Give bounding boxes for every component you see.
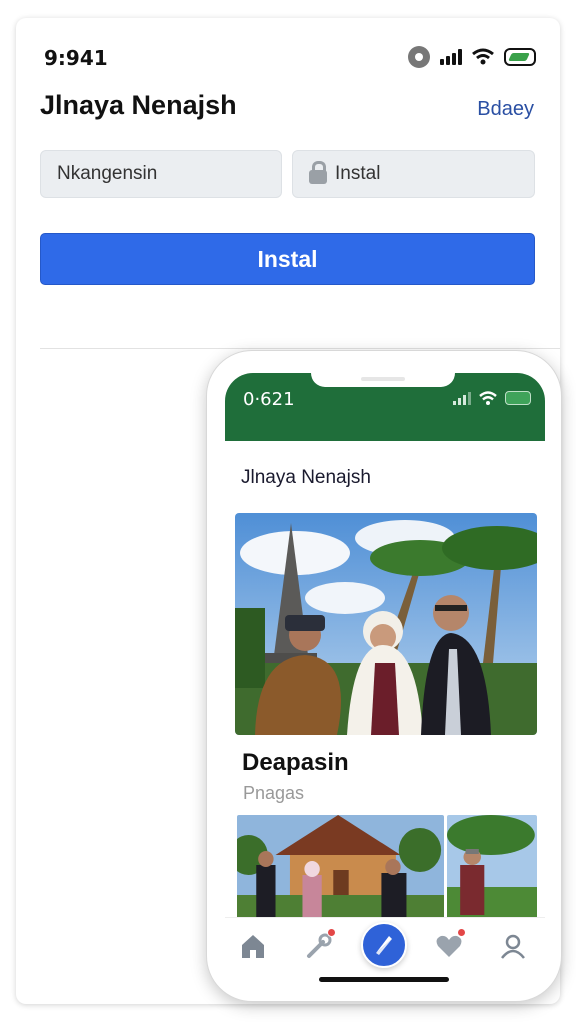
group-photo-image [235,513,537,735]
thumbnail-photo[interactable] [447,815,537,919]
phone-signal-icon [453,391,471,405]
lock-icon [309,161,327,184]
phone-page-title: Jlnaya Nenajsh [241,467,371,488]
divider [40,348,560,349]
phone-mockup: 0·621 Jlnaya Nenajsh Deapasin Pnagas [206,350,562,1002]
profile-icon[interactable] [499,932,527,960]
house-photo-image [237,815,444,919]
sync-icon [408,46,430,68]
favorites-tab[interactable] [435,928,466,960]
name-field[interactable]: Nkangensin [40,150,282,198]
header-link[interactable]: Bdaey [477,98,534,121]
status-icons [408,46,536,68]
tab-bar [225,917,545,983]
password-field[interactable]: Instal [292,150,535,198]
phone-battery-icon [505,391,531,405]
home-indicator [319,977,449,982]
home-icon[interactable] [239,932,267,960]
park-photo-image [447,815,537,919]
phone-status-icons [453,391,531,405]
card-title: Deapasin [242,749,349,776]
phone-notch [311,373,455,387]
phone-wifi-icon [479,391,497,405]
tools-tab[interactable] [305,928,336,960]
phone-status-bar: 0·621 [225,373,545,441]
card-subtitle: Pnagas [243,783,305,803]
status-time: 9:941 [44,46,108,70]
notification-badge [457,928,466,937]
name-field-value: Nkangensin [57,163,158,184]
phone-screen: 0·621 Jlnaya Nenajsh Deapasin Pnagas [225,373,545,983]
page-title: Jlnaya Nenajsh [40,90,237,120]
battery-icon [504,48,536,66]
compass-icon [376,936,392,955]
status-bar: 9:941 [16,18,560,94]
wifi-icon [472,48,494,65]
compass-button[interactable] [361,922,407,968]
password-field-value: Instal [335,163,381,184]
install-button[interactable]: Instal [40,233,535,285]
phone-time: 0·621 [243,389,295,410]
thumbnail-photo[interactable] [237,815,444,919]
hero-photo[interactable] [235,513,537,735]
thumbnail-row [237,815,537,919]
notification-badge [327,928,336,937]
signal-icon [440,49,462,65]
